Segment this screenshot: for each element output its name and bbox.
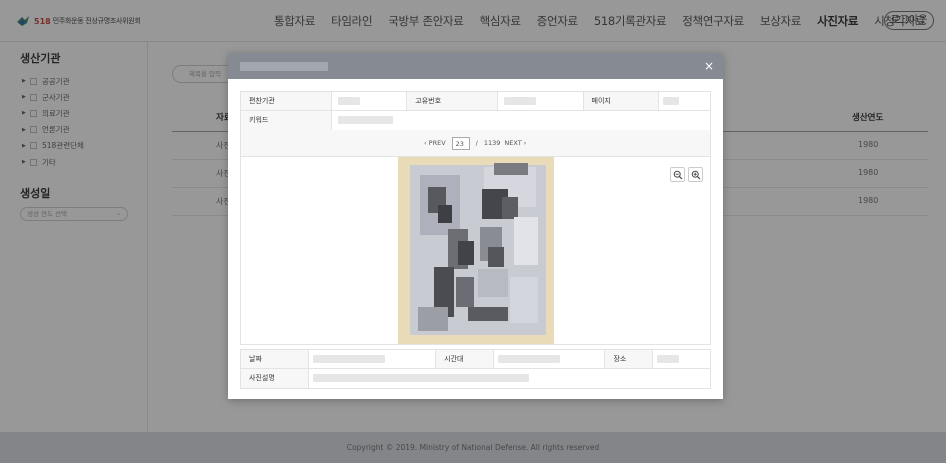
value-keyword [332,111,710,130]
page-total: 1139 [483,139,501,147]
next-button[interactable]: NEXT [504,137,521,150]
record-info-table: 편찬기관 고유번호 페이지 키워드 [240,91,711,131]
value-time [494,350,606,368]
photo-meta-table: 날짜 시간대 장소 사진설명 [240,349,711,389]
redacted-value [663,97,680,105]
page-number-input[interactable]: 23 [451,137,470,150]
archival-photo[interactable] [398,157,554,344]
value-page [659,92,710,110]
zoom-out-button[interactable] [670,167,685,182]
close-icon[interactable]: × [703,58,715,74]
label-desc: 사진설명 [241,369,309,388]
info-row: 사진설명 [241,369,710,388]
label-id: 고유번호 [407,92,498,110]
photo-detail-modal: × 편찬기관 고유번호 페이지 키워드 ‹ PREV 23 / 1139 NEX… [228,53,723,399]
redacted-value [503,97,536,105]
value-date [309,350,437,368]
label-time: 시간대 [436,350,494,368]
label-page: 페이지 [583,92,660,110]
prev-button[interactable]: PREV [429,137,446,150]
zoom-out-icon [673,170,683,180]
label-place: 장소 [605,350,654,368]
value-place [653,350,710,368]
next-chevron-icon[interactable]: › [522,137,527,150]
label-date: 날짜 [241,350,309,368]
zoom-in-button[interactable] [688,167,703,182]
redacted-value [657,355,680,363]
image-viewer[interactable] [240,157,711,345]
redacted-value [337,116,393,124]
pager: ‹ PREV 23 / 1139 NEXT › [424,137,526,150]
info-row: 키워드 [241,111,710,130]
value-id [498,92,584,110]
redacted-value [312,374,529,382]
page-separator: / [475,139,478,147]
label-agency: 편찬기관 [241,92,332,110]
modal-title-redacted [240,62,328,71]
info-row: 편찬기관 고유번호 페이지 [241,92,710,111]
redacted-value [337,97,360,105]
page-navigator: ‹ PREV 23 / 1139 NEXT › [240,130,711,157]
value-desc [309,369,710,388]
modal-header: × [228,53,723,79]
redacted-value [312,355,385,363]
label-keyword: 키워드 [241,111,332,130]
info-row: 날짜 시간대 장소 [241,350,710,369]
redacted-value [497,355,560,363]
value-agency [332,92,408,110]
zoom-in-icon [691,170,701,180]
